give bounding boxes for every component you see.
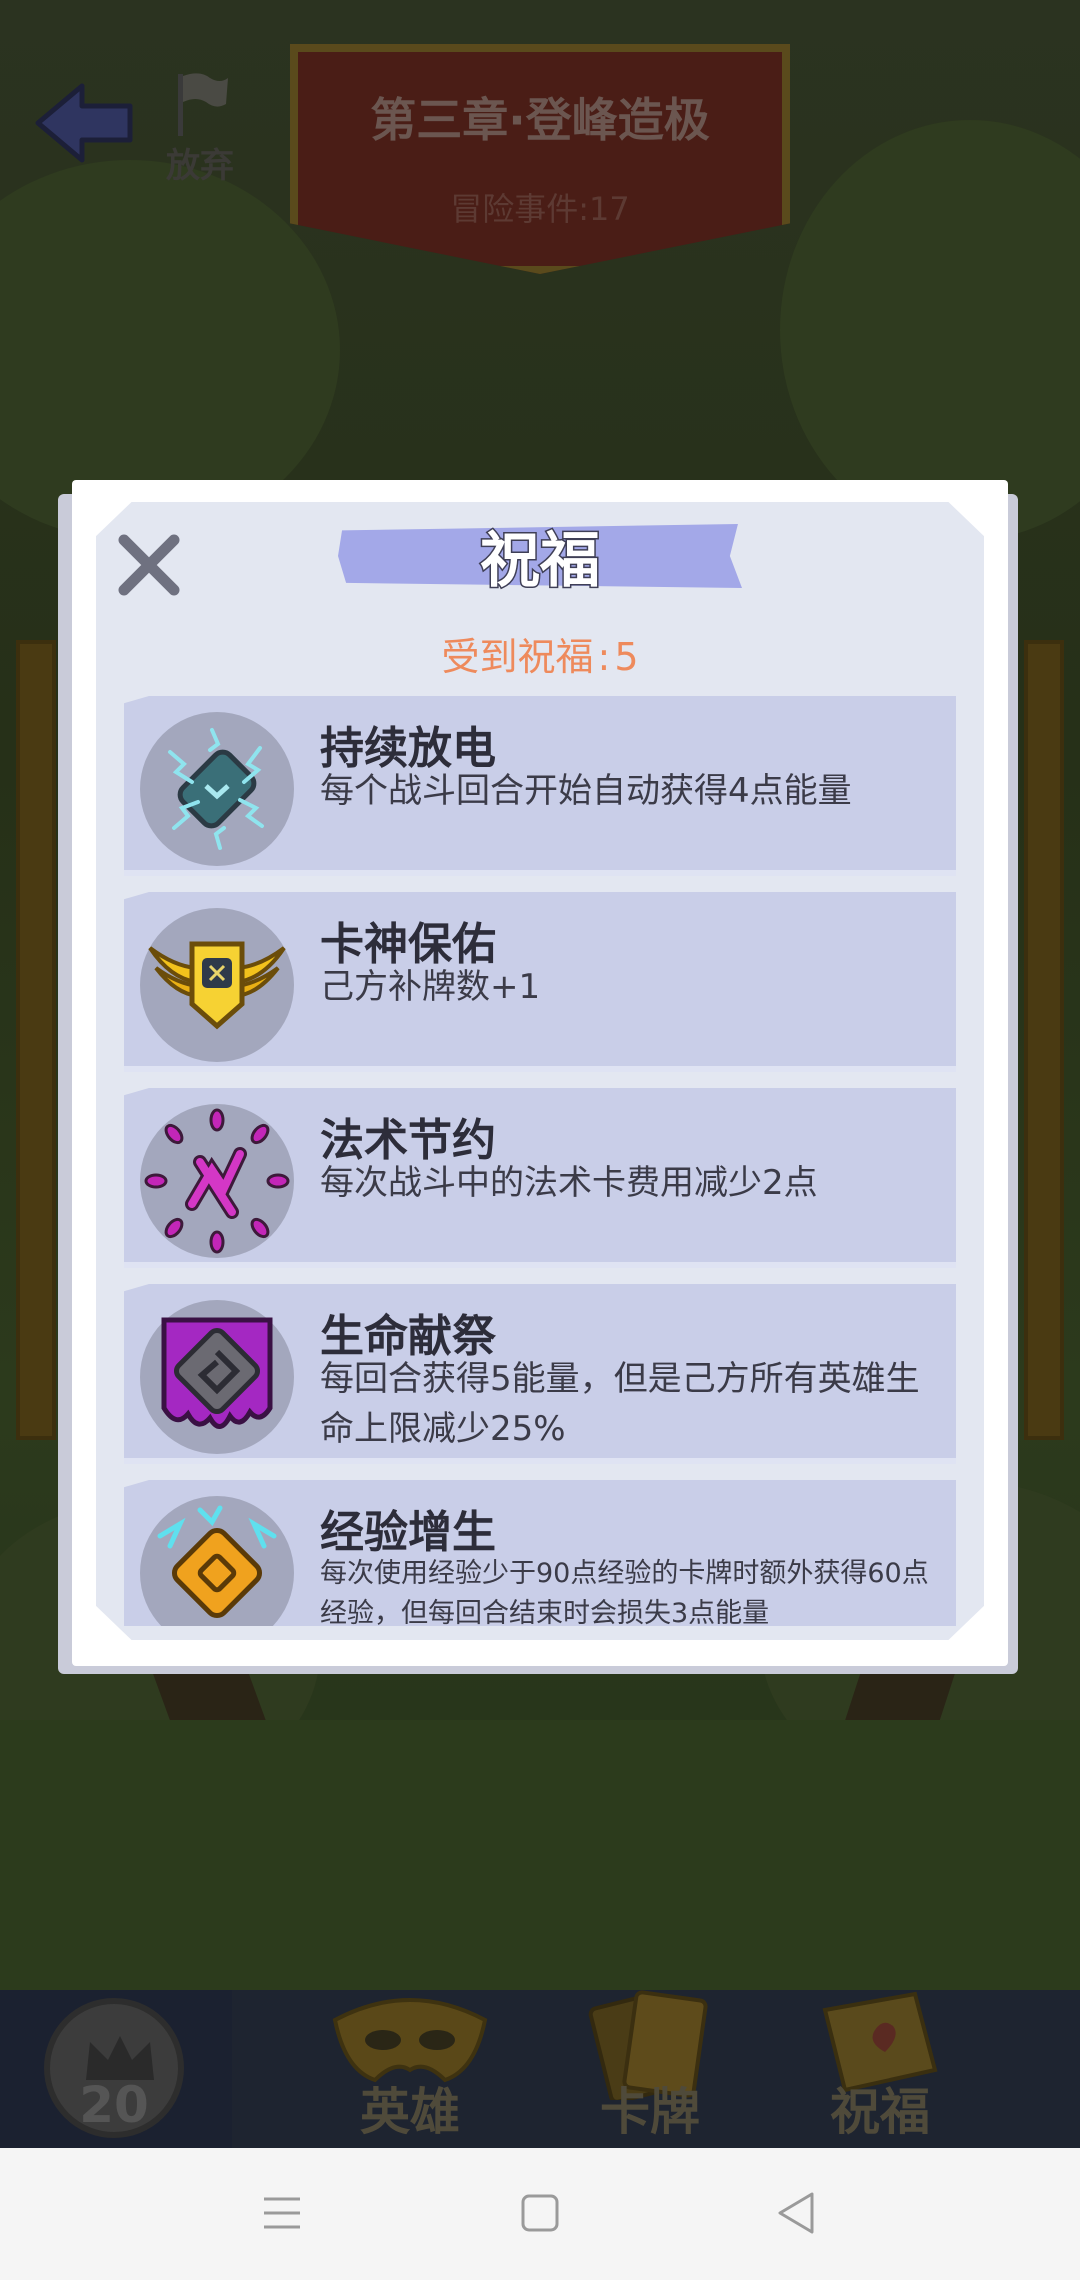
tab-cards[interactable]: 卡牌 [560, 1990, 740, 2148]
events-label: 冒险事件 [450, 190, 579, 228]
blessing-icon-frame [140, 712, 294, 866]
menu-icon [264, 2197, 300, 2229]
item-edge [124, 1066, 956, 1072]
blessing-desc: 每回合获得5能量，但是己方所有英雄生命上限减少25% [320, 1359, 920, 1449]
blessing-count-label: 受到祝福 [441, 635, 594, 679]
abandon-button[interactable]: 放弃 [150, 70, 250, 187]
blessing-list[interactable]: 持续放电 每个战斗回合开始自动获得4点能量 卡神保佑 己方补牌数+1 法术节约 … [124, 696, 956, 1626]
winged-shield-icon [148, 941, 286, 1030]
banner-cloth [290, 44, 790, 274]
events-separator: : [578, 190, 590, 228]
back-button[interactable] [30, 78, 140, 168]
tab-cards-label: 卡牌 [600, 2083, 700, 2141]
arrow-left-icon [35, 83, 133, 163]
home-button[interactable] [500, 2178, 580, 2248]
magic-splash-icon [144, 1108, 290, 1254]
chapter-banner: 第三章·登峰造极 冒险事件:17 [270, 44, 810, 294]
blessing-item[interactable]: 生命献祭 每回合获得5能量，但是己方所有英雄生命上限减少25% [124, 1284, 956, 1464]
ground [0, 1720, 1080, 2000]
tree-foliage [780, 120, 1080, 540]
blessing-icon-frame [140, 908, 294, 1062]
blessing-desc: 每次使用经验少于90点经验的卡牌时额外获得60点经验，但每回合结束时会损失3点能… [320, 1558, 929, 1626]
background-panel-edge [1024, 640, 1064, 1440]
events-counter: 冒险事件:17 [270, 184, 810, 230]
background-panel-edge [16, 640, 56, 1440]
blessing-count-separator: : [597, 635, 611, 679]
tab-heroes-label: 英雄 [360, 2083, 460, 2141]
back-triangle-icon [778, 2192, 814, 2234]
tab-blessings[interactable]: 祝福 [790, 1990, 970, 2148]
item-edge [124, 1262, 956, 1268]
blessing-icon-frame [140, 1496, 294, 1626]
menu-button[interactable] [242, 2178, 322, 2248]
level-area: 20 [0, 1990, 232, 2148]
close-icon [118, 534, 180, 596]
blessing-desc: 每次战斗中的法术卡费用减少2点 [320, 1163, 818, 1203]
blessing-icon-frame [140, 1300, 294, 1454]
blessing-name: 经验增生 [320, 1507, 496, 1558]
system-back-button[interactable] [756, 2178, 836, 2248]
blessing-item[interactable]: 卡神保佑 己方补牌数+1 [124, 892, 956, 1072]
purple-rune-icon [161, 1317, 273, 1429]
blessing-item[interactable]: 法术节约 每次战斗中的法术卡费用减少2点 [124, 1088, 956, 1268]
close-button[interactable] [114, 530, 184, 600]
blessing-icon-frame [140, 1104, 294, 1258]
tab-blessings-label: 祝福 [830, 2083, 930, 2141]
blessing-count: 受到祝福:5 [0, 626, 1080, 681]
blessing-item[interactable]: 经验增生 每次使用经验少于90点经验的卡牌时额外获得60点经验，但每回合结束时会… [124, 1480, 956, 1626]
bottom-bar: 20 英雄 卡牌 祝福 [0, 1990, 1080, 2148]
white-flag-icon [178, 73, 228, 136]
blessing-desc: 己方补牌数+1 [320, 967, 541, 1007]
level-number: 20 [79, 2076, 149, 2134]
modal-title: 祝福 [479, 525, 602, 598]
blessing-desc: 每个战斗回合开始自动获得4点能量 [320, 771, 852, 811]
item-edge [124, 1458, 956, 1464]
blessing-item[interactable]: 持续放电 每个战斗回合开始自动获得4点能量 [124, 696, 956, 876]
events-value: 17 [589, 190, 630, 228]
home-icon [521, 2194, 559, 2232]
blessing-count-value: 5 [614, 635, 639, 679]
chapter-title: 第三章·登峰造极 [370, 93, 710, 147]
system-navigation-bar [0, 2148, 1080, 2280]
tab-heroes[interactable]: 英雄 [310, 1990, 510, 2148]
gold-rune-icon [157, 1505, 277, 1619]
abandon-label: 放弃 [166, 146, 234, 186]
item-edge [124, 870, 956, 876]
lightning-rune-icon [168, 728, 264, 850]
